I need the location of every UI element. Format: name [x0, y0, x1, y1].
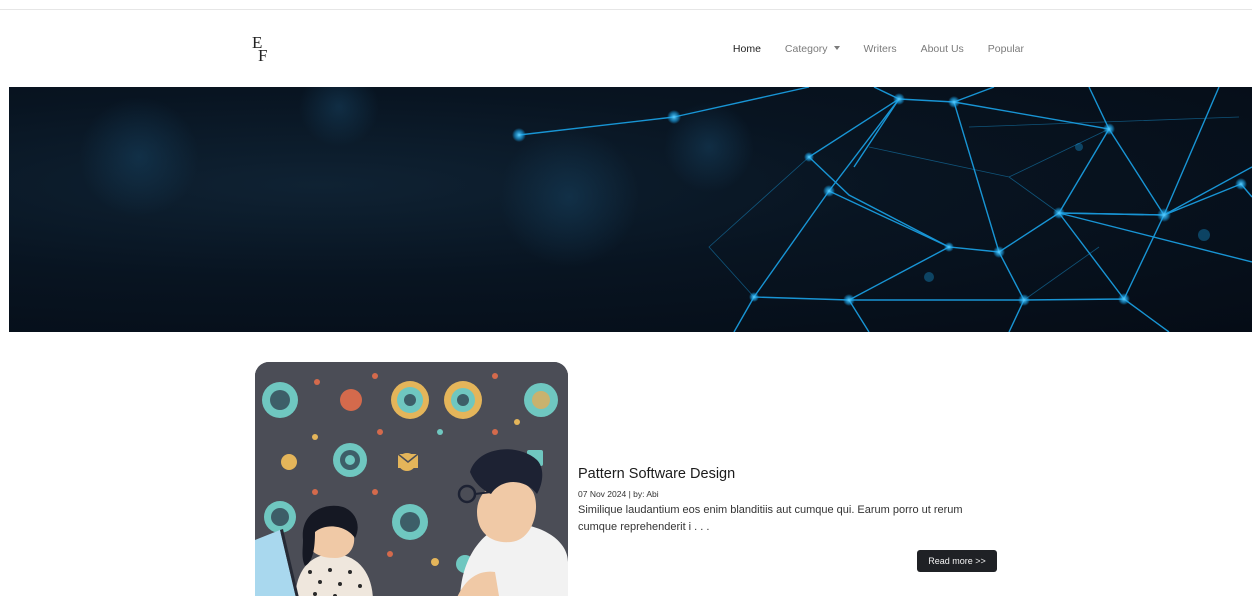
- site-logo[interactable]: E F: [250, 32, 276, 66]
- nav-home[interactable]: Home: [733, 43, 761, 55]
- article-title[interactable]: Pattern Software Design: [578, 465, 998, 483]
- nav-about-us-label: About Us: [920, 43, 964, 55]
- navbar: E F Home Category Writers About Us Popul…: [0, 10, 1252, 87]
- caret-down-icon: [833, 46, 840, 50]
- hero-banner: [9, 87, 1252, 332]
- nav-about-us[interactable]: About Us: [921, 43, 964, 55]
- nav-writers[interactable]: Writers: [864, 43, 897, 55]
- nav-popular[interactable]: Popular: [988, 43, 1024, 55]
- nav-category-label: Category: [784, 43, 828, 55]
- page: E F Home Category Writers About Us Popul…: [0, 0, 1252, 596]
- article-summary: Pattern Software Design 07 Nov 2024 | by…: [578, 465, 998, 536]
- nav-popular-label: Popular: [987, 43, 1024, 55]
- article-excerpt: Similique laudantium eos enim blanditiis…: [578, 504, 963, 533]
- logo-icon: E F: [252, 33, 267, 65]
- logo-letter-2: F: [258, 46, 267, 65]
- article-illustration-image: [255, 362, 568, 596]
- network-background-image: [79, 87, 1252, 332]
- read-more-button[interactable]: Read more >>: [917, 550, 997, 572]
- nav-category-dropdown[interactable]: Category: [785, 43, 840, 55]
- article-thumbnail[interactable]: [255, 362, 568, 596]
- article-meta: 07 Nov 2024 | by: Abi: [578, 489, 659, 499]
- nav-home-label: Home: [732, 43, 761, 55]
- main-nav: Home Category Writers About Us Popular: [709, 43, 1024, 55]
- nav-writers-label: Writers: [863, 43, 897, 55]
